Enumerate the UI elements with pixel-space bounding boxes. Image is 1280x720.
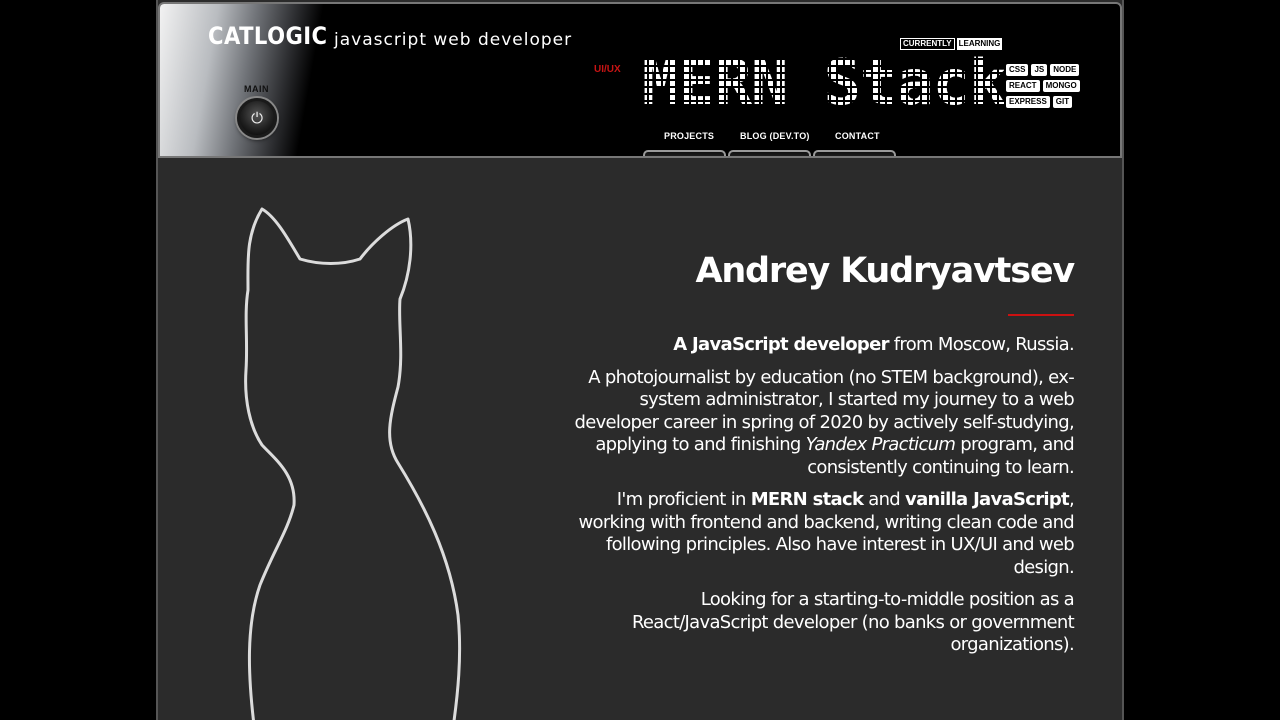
title-divider xyxy=(1008,314,1074,316)
skills-bold-js: vanilla JavaScript xyxy=(905,489,1070,510)
main-power-button[interactable]: ⏻ xyxy=(237,98,277,138)
currently-label: CURRENTLY xyxy=(900,38,955,50)
tech-tag-express: EXPRESS xyxy=(1006,96,1050,108)
tech-tag-mongo: MONGO xyxy=(1042,80,1080,92)
nav-tab-projects[interactable] xyxy=(643,150,726,156)
learning-label: LEARNING xyxy=(956,38,1003,50)
nav-contact-label[interactable]: CONTACT xyxy=(835,131,880,141)
skills-bold-mern: MERN stack xyxy=(750,489,864,510)
skills-paragraph: I'm proficient in MERN stack and vanilla… xyxy=(564,489,1074,579)
stack-title-display: MERN Stack xyxy=(642,46,1006,119)
tech-tag-react: REACT xyxy=(1006,80,1040,92)
header: CATLOGIC javascript web developer MAIN ⏻… xyxy=(158,2,1122,158)
tech-tag-node: NODE xyxy=(1050,64,1080,76)
tech-tag-git: GIT xyxy=(1052,96,1073,108)
background-paragraph: A photojournalist by education (no STEM … xyxy=(564,367,1074,480)
power-icon: ⏻ xyxy=(251,109,263,127)
tagline: javascript web developer xyxy=(334,30,573,50)
uiux-label: UI/UX xyxy=(594,64,621,75)
skills-text-b: and xyxy=(863,489,906,510)
nav-projects-label[interactable]: PROJECTS xyxy=(664,131,714,141)
background-italic: Yandex Practicum xyxy=(805,434,956,455)
tech-tag-js: JS xyxy=(1031,64,1048,76)
page-frame: CATLOGIC javascript web developer MAIN ⏻… xyxy=(156,0,1124,720)
tech-tags: CSS JS NODE REACT MONGO EXPRESS GIT xyxy=(1006,64,1080,108)
profile-name: Andrey Kudryavtsev xyxy=(695,251,1075,291)
tech-tag-css: CSS xyxy=(1006,64,1029,76)
about-section: Andrey Kudryavtsev A JavaScript develope… xyxy=(564,250,1075,667)
intro-rest: from Moscow, Russia. xyxy=(888,334,1075,355)
brand-logo[interactable]: CATLOGIC xyxy=(208,22,327,50)
nav-tab-contact[interactable] xyxy=(813,150,896,156)
cat-silhouette-outline xyxy=(244,207,462,720)
looking-for-paragraph: Looking for a starting-to-middle positio… xyxy=(631,589,1075,655)
nav-tab-blog[interactable] xyxy=(728,150,811,156)
main-label: MAIN xyxy=(244,84,269,94)
nav-blog-label[interactable]: BLOG (DEV.TO) xyxy=(740,131,810,141)
currently-learning-badge: CURRENTLY LEARNING xyxy=(900,38,1003,50)
intro-paragraph: A JavaScript developer from Moscow, Russ… xyxy=(564,334,1074,357)
skills-text-a: I'm proficient in xyxy=(616,489,751,510)
intro-bold: A JavaScript developer xyxy=(673,334,889,355)
